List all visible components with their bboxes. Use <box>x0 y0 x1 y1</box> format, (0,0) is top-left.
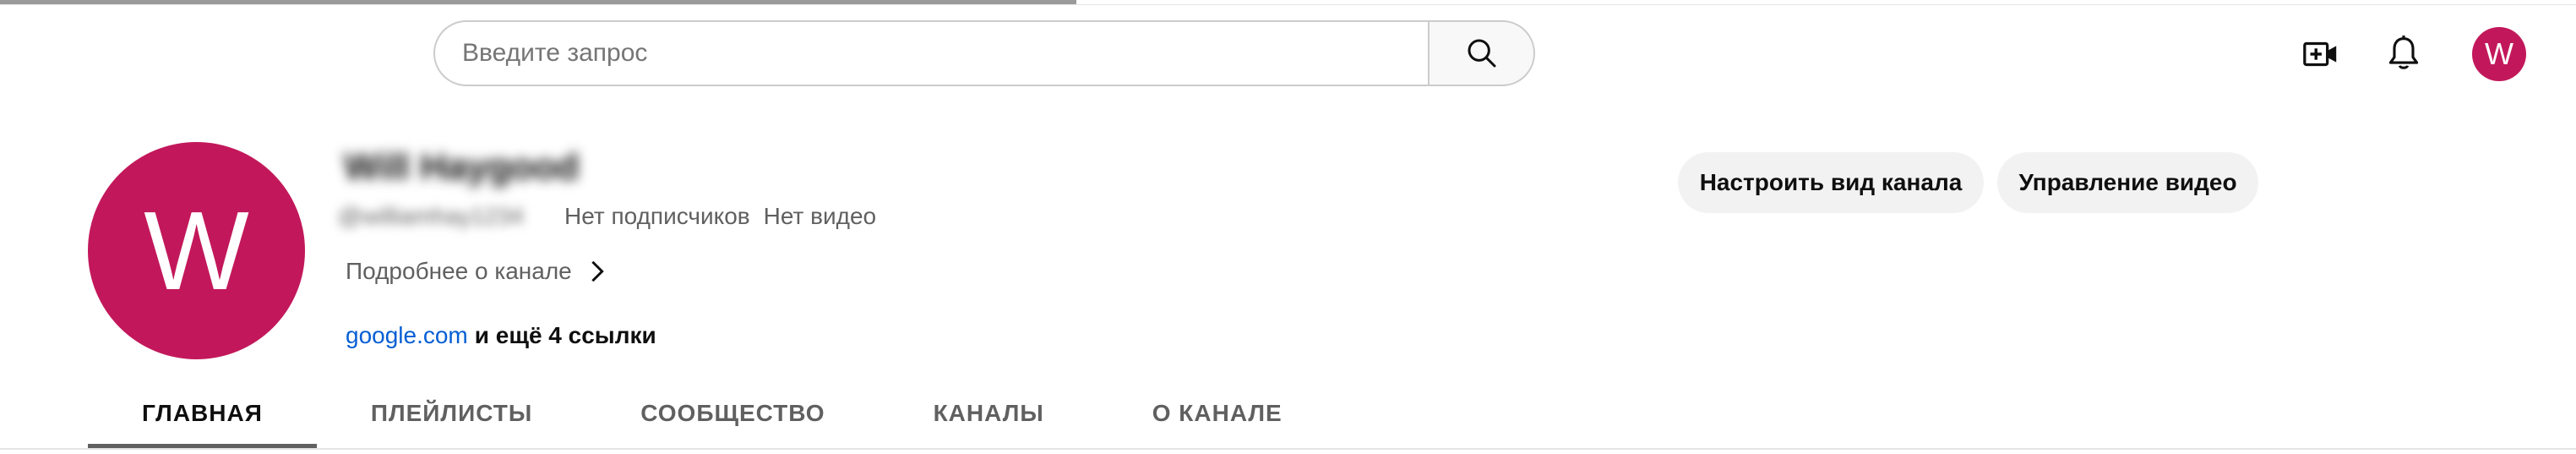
customize-channel-button[interactable]: Настроить вид канала <box>1678 152 1984 213</box>
channel-avatar: W <box>88 142 305 359</box>
channel-tabs: ГЛАВНАЯ ПЛЕЙЛИСТЫ СООБЩЕСТВО КАНАЛЫ О КА… <box>88 379 1337 448</box>
search-button[interactable] <box>1428 20 1535 86</box>
channel-links: google.com и ещё 4 ссылки <box>346 318 656 353</box>
channel-stats: Нет подписчиков Нет видео <box>564 200 876 233</box>
tabs-divider <box>0 448 2576 450</box>
subscriber-count: Нет подписчиков <box>564 203 750 229</box>
chevron-right-icon <box>591 260 604 282</box>
search-icon <box>1468 39 1495 68</box>
video-count: Нет видео <box>763 203 877 229</box>
search-bar <box>433 20 1535 86</box>
about-channel-label: Подробнее о канале <box>346 258 572 284</box>
tab-channels[interactable]: КАНАЛЫ <box>880 379 1098 448</box>
page-loading-bar <box>0 0 2576 5</box>
tab-about[interactable]: О КАНАЛЕ <box>1098 379 1337 448</box>
account-avatar[interactable]: W <box>2472 27 2526 81</box>
create-video-button[interactable] <box>2300 30 2342 78</box>
manage-videos-button[interactable]: Управление видео <box>1997 152 2258 213</box>
tab-playlists[interactable]: ПЛЕЙЛИСТЫ <box>317 379 586 448</box>
about-channel-link[interactable]: Подробнее о канале <box>346 254 606 289</box>
tab-home[interactable]: ГЛАВНАЯ <box>88 379 317 448</box>
page-loading-bar-fill <box>0 0 1077 4</box>
channel-handle: @williamhay1234 <box>338 203 524 229</box>
bell-icon <box>2388 36 2419 69</box>
more-links-link[interactable]: и ещё 4 ссылки <box>475 322 656 349</box>
channel-name: Will Haygood <box>344 146 580 188</box>
search-input[interactable] <box>433 20 1428 86</box>
website-link[interactable]: google.com <box>346 322 468 349</box>
tab-community[interactable]: СООБЩЕСТВО <box>586 379 879 448</box>
notifications-button[interactable] <box>2383 30 2425 78</box>
create-video-icon <box>2303 41 2337 67</box>
